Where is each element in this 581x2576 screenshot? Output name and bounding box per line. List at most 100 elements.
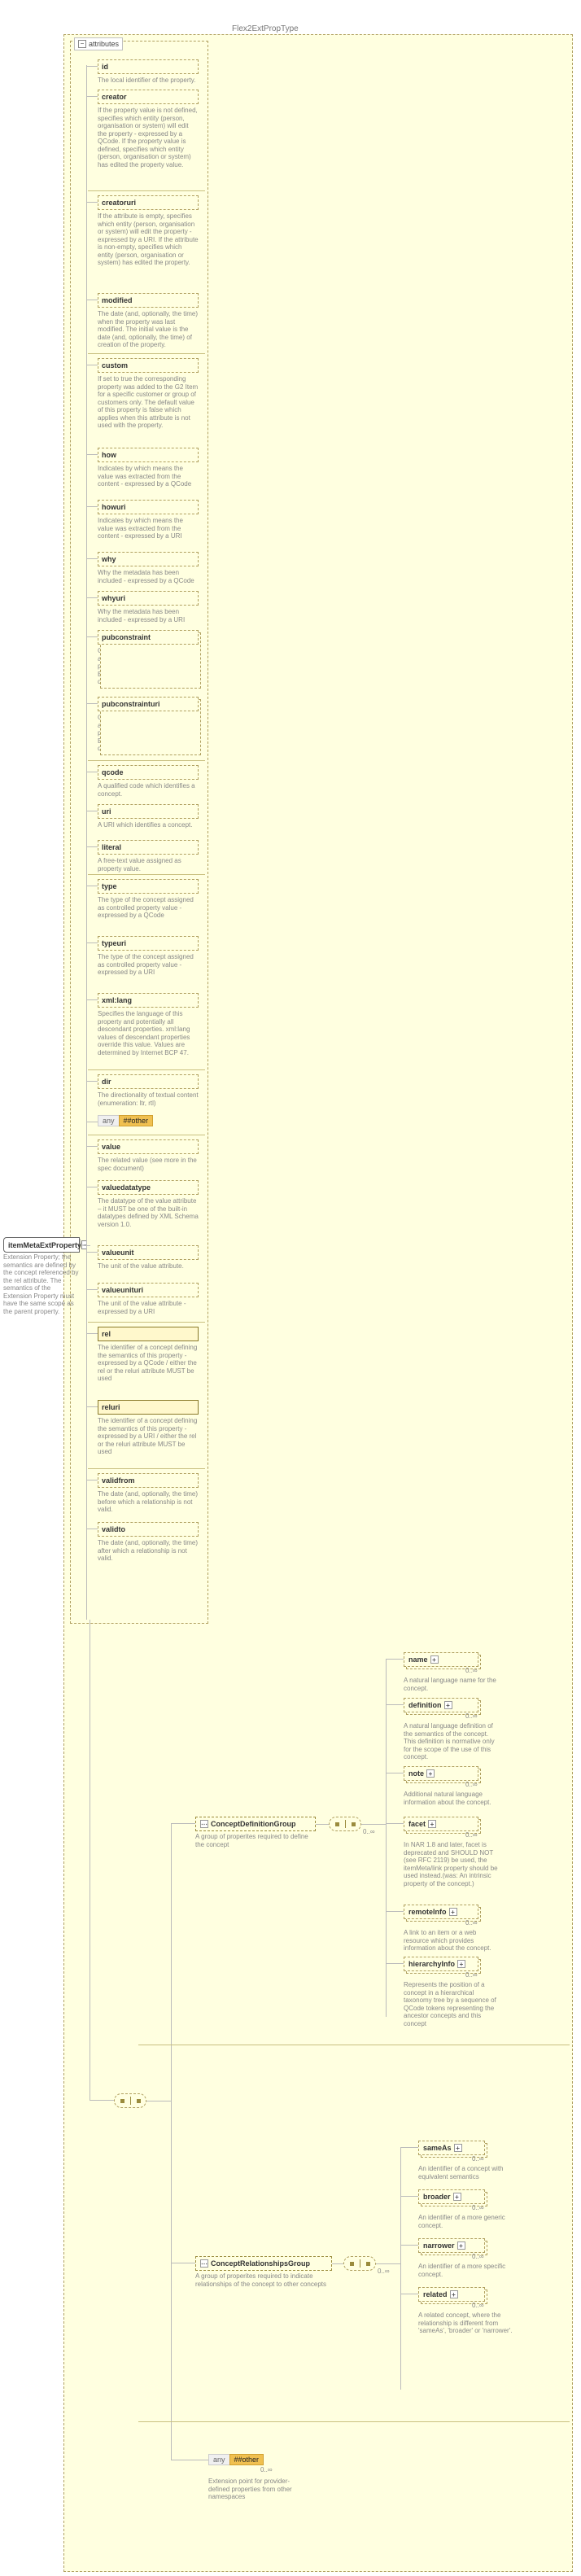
child-label: name+	[404, 1652, 478, 1667]
root-label: itemMetaExtProperty	[8, 1241, 81, 1249]
plus-icon[interactable]: +	[428, 1820, 436, 1828]
child-cardinality: 0..∞	[472, 2155, 484, 2163]
attribute-valuedatatype[interactable]: valuedatatypeThe datatype of the value a…	[98, 1180, 199, 1228]
attribute-label: literal	[98, 840, 199, 855]
attr-connector	[86, 1081, 98, 1082]
attributes-title: attributes	[89, 40, 119, 48]
plus-icon[interactable]: +	[426, 1769, 435, 1778]
attribute-howuri[interactable]: howuriIndicates by which means the value…	[98, 500, 199, 540]
child-sameAs[interactable]: sameAs+	[418, 2141, 485, 2155]
child-label: related+	[418, 2287, 485, 2302]
attribute-label: rel	[98, 1327, 199, 1341]
child-connector	[400, 2196, 418, 2197]
child-note[interactable]: note+	[404, 1766, 478, 1781]
compositor-conceptdef	[329, 1817, 361, 1831]
attribute-label: how	[98, 448, 199, 462]
attribute-validto[interactable]: validtoThe date (and, optionally, the ti…	[98, 1522, 199, 1563]
attribute-creator[interactable]: creatorIf the property value is not defi…	[98, 90, 199, 168]
attribute-why[interactable]: whyWhy the metadata has been included - …	[98, 552, 199, 584]
attribute-xml:lang[interactable]: xml:langSpecifies the language of this p…	[98, 993, 199, 1056]
cd-out	[316, 1824, 329, 1825]
plus-icon[interactable]: +	[454, 2144, 462, 2152]
plus-icon[interactable]: +	[444, 1701, 452, 1709]
attr-connector	[86, 454, 98, 455]
root-element[interactable]: itemMetaExtProperty −	[3, 1237, 80, 1253]
attribute-id[interactable]: idThe local identifier of the property.	[98, 59, 199, 85]
plus-icon[interactable]: +	[450, 2290, 458, 2298]
attribute-label: type	[98, 879, 199, 894]
attribute-label: pubconstrainturi	[98, 697, 199, 711]
child-label: broader+	[418, 2189, 485, 2204]
attr-connector	[86, 636, 98, 637]
attribute-annotation: The type of the concept assigned as cont…	[98, 953, 199, 977]
attribute-creatoruri[interactable]: creatoruriIf the attribute is empty, spe…	[98, 195, 199, 267]
concept-relationships-group[interactable]: ⋯ ConceptRelationshipsGroup	[195, 2256, 332, 2271]
attribute-dir[interactable]: dirThe directionality of textual content…	[98, 1074, 199, 1107]
child-related[interactable]: related+	[418, 2287, 485, 2302]
plus-icon[interactable]: +	[430, 1655, 439, 1664]
attribute-pubconstraint[interactable]: pubconstraintOne or many constraints tha…	[98, 630, 199, 686]
attribute-pubconstrainturi[interactable]: pubconstrainturiOne or many constraints …	[98, 697, 199, 753]
child-definition[interactable]: definition+	[404, 1698, 478, 1712]
attr-connector	[86, 703, 98, 704]
attribute-annotation: The type of the concept assigned as cont…	[98, 896, 199, 920]
child-narrower[interactable]: narrower+	[418, 2238, 485, 2253]
attribute-annotation: One or many constraints that apply to pu…	[98, 647, 199, 686]
attribute-validfrom[interactable]: validfromThe date (and, optionally, the …	[98, 1473, 199, 1514]
attribute-type[interactable]: type The type of the concept assigned as …	[98, 879, 199, 920]
child-facet[interactable]: facet+	[404, 1817, 478, 1831]
attribute-valueunit[interactable]: valueunitThe unit of the value attribute…	[98, 1245, 199, 1271]
attribute-reluri[interactable]: reluriThe identifier of a concept defini…	[98, 1400, 199, 1456]
attribute-annotation: Why the metadata has been included - exp…	[98, 569, 199, 584]
attribute-value[interactable]: valueThe related value (see more in the …	[98, 1139, 199, 1172]
attribute-label: whyuri	[98, 591, 199, 606]
attribute-annotation: The date (and, optionally, the time) bef…	[98, 1490, 199, 1514]
plus-icon[interactable]: +	[457, 2241, 465, 2250]
child-remoteInfo[interactable]: remoteInfo+	[404, 1905, 478, 1919]
attribute-how[interactable]: how Indicates by which means the value wa…	[98, 448, 199, 488]
attr-connector	[86, 66, 98, 67]
child-hierarchyInfo[interactable]: hierarchyInfo+	[404, 1957, 478, 1971]
child-annotation: An identifier of a concept with equivale…	[418, 2165, 516, 2180]
child-cardinality: 0..∞	[465, 1971, 478, 1979]
attribute-_anyother[interactable]: any##other	[98, 1115, 199, 1126]
attr-separator	[88, 874, 205, 875]
concept-definition-group[interactable]: ⋯ ConceptDefinitionGroup	[195, 1817, 316, 1831]
attribute-label: custom	[98, 358, 199, 373]
plus-icon[interactable]: +	[453, 2193, 461, 2201]
plus-icon[interactable]: +	[449, 1908, 457, 1916]
child-annotation: A related concept, where the relationshi…	[418, 2311, 516, 2335]
separator-2	[138, 2421, 570, 2422]
attribute-label: valueunituri	[98, 1283, 199, 1297]
attribute-literal[interactable]: literalA free-text value assigned as pro…	[98, 840, 199, 873]
child-annotation: A natural language name for the concept.	[404, 1677, 501, 1692]
attribute-annotation: The directionality of textual content (e…	[98, 1091, 199, 1107]
attribute-label: value	[98, 1139, 199, 1154]
attribute-annotation: Indicates by which means the value was e…	[98, 465, 199, 488]
concept-rel-ann: A group of properites required to indica…	[195, 2272, 332, 2288]
child-cardinality: 0..∞	[472, 2204, 484, 2211]
child-label: facet+	[404, 1817, 478, 1831]
attribute-whyuri[interactable]: whyuriWhy the metadata has been included…	[98, 591, 199, 623]
attribute-rel[interactable]: relThe identifier of a concept defining …	[98, 1327, 199, 1383]
attribute-annotation: The identifier of a concept defining the…	[98, 1417, 199, 1456]
attribute-custom[interactable]: customIf set to true the corresponding p…	[98, 358, 199, 430]
plus-icon[interactable]: +	[457, 1960, 465, 1968]
attribute-modified[interactable]: modifiedThe date (and, optionally, the t…	[98, 293, 199, 349]
child-broader[interactable]: broader+	[418, 2189, 485, 2204]
attribute-annotation: The date (and, optionally, the time) whe…	[98, 310, 199, 349]
attr-connector	[86, 1333, 98, 1334]
attributes-collapse-icon[interactable]: −	[78, 40, 86, 48]
plus-icon[interactable]: ⋯	[200, 1820, 208, 1828]
attribute-uri[interactable]: uriA URI which identifies a concept.	[98, 804, 199, 829]
attribute-qcode[interactable]: qcodeA qualified code which identifies a…	[98, 765, 199, 798]
attribute-valueunituri[interactable]: valueunituriThe unit of the value attrib…	[98, 1283, 199, 1315]
attributes-header[interactable]: − attributes	[74, 37, 123, 50]
plus-icon[interactable]: ⋯	[200, 2259, 208, 2268]
child-name[interactable]: name+	[404, 1652, 478, 1667]
attribute-typeuri[interactable]: typeuriThe type of the concept assigned …	[98, 936, 199, 977]
child-label: narrower+	[418, 2238, 485, 2253]
attr-connector	[86, 1406, 98, 1407]
attr-separator	[88, 1468, 205, 1469]
child-connector	[400, 2147, 418, 2148]
